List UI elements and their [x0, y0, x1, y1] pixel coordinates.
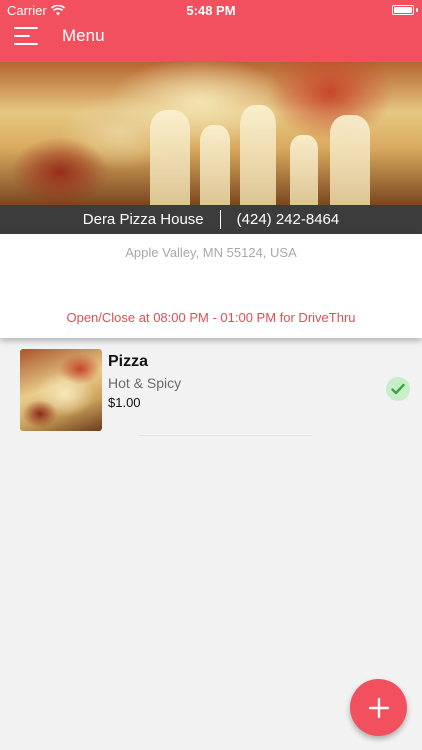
add-button[interactable]: [350, 679, 407, 736]
app-header: Carrier 5:48 PM Menu: [0, 0, 422, 62]
status-bar-time: 5:48 PM: [186, 3, 236, 18]
restaurant-hours: Open/Close at 08:00 PM - 01:00 PM for Dr…: [66, 310, 356, 325]
restaurant-address: Apple Valley, MN 55124, USA: [125, 245, 297, 260]
battery-tip: [416, 8, 418, 12]
battery-icon: [392, 5, 414, 15]
checkmark-icon[interactable]: [386, 377, 410, 401]
menu-item-description: Hot & Spicy: [108, 375, 182, 391]
menu-item-image: [20, 349, 102, 431]
restaurant-hero-image: [0, 62, 422, 205]
restaurant-phone[interactable]: (424) 242-8464: [237, 211, 340, 228]
restaurant-details-card: Apple Valley, MN 55124, USA Open/Close a…: [0, 234, 422, 338]
menu-item-divider: [138, 435, 312, 436]
menu-item-price: $1.00: [108, 395, 141, 410]
menu-item-name: Pizza: [108, 353, 149, 370]
menu-item[interactable]: Pizza Hot & Spicy $1.00: [20, 347, 412, 436]
plus-icon: [368, 697, 389, 718]
hamburger-icon[interactable]: [14, 27, 38, 45]
page-title: Menu: [62, 26, 105, 45]
info-divider: [219, 210, 221, 229]
restaurant-info-bar: Dera Pizza House (424) 242-8464: [0, 205, 422, 234]
restaurant-name: Dera Pizza House: [82, 211, 204, 228]
